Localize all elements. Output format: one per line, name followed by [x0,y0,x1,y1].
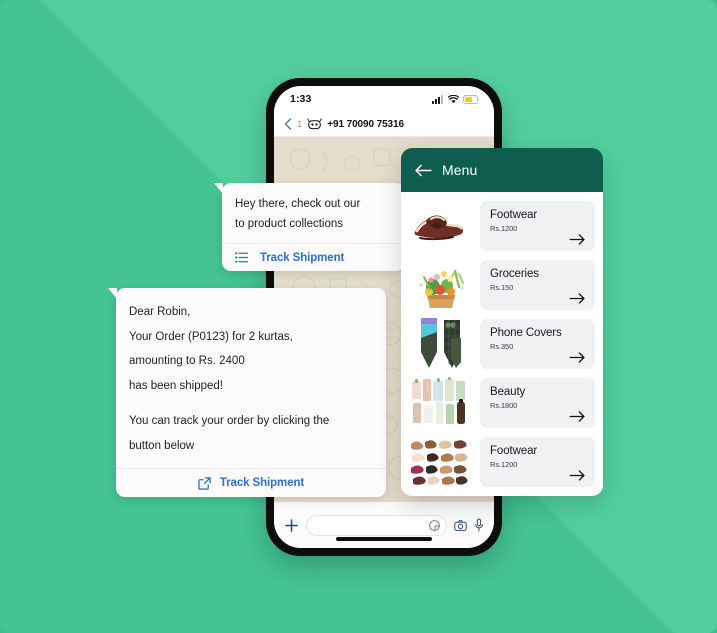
track-shipment-label: Track Shipment [219,477,305,489]
item-price: Rs.1200 [490,223,518,233]
bubble-line: You can track your order by clicking the [129,415,330,427]
contact-number: +91 70090 75316 [327,118,404,130]
arrow-right-icon[interactable] [569,233,586,245]
external-link-icon [198,476,211,490]
wifi-icon [448,94,459,103]
cellular-signal-icon [432,94,443,104]
arrow-right-icon[interactable] [569,351,586,363]
chat-bubble-order-status: Dear Robin, Your Order (P0123) for 2 kur… [108,288,386,497]
phone-covers-graphic [407,316,474,371]
bubble-line: Hey there, check out our [235,198,361,210]
menu-item-list: Footwear Rs.1200 Groceries Rs.150 Phone … [401,192,603,496]
list-item[interactable]: Footwear Rs.1200 [401,432,603,491]
arrow-right-icon[interactable] [569,469,586,481]
bubble-line: button below [129,439,195,452]
item-card[interactable]: Footwear Rs.1200 [480,436,595,487]
chat-header: 1 +91 70090 75316 [274,112,494,137]
list-menu-icon [235,252,248,263]
bubble-line: amounting to Rs. 2400 [129,355,245,367]
item-price: Rs.1200 [490,459,518,469]
arrow-right-icon[interactable] [569,292,586,304]
microphone-icon[interactable] [474,518,484,532]
item-card[interactable]: Phone Covers Rs.350 [480,318,595,369]
item-price: Rs.1800 [490,400,518,410]
bot-avatar-icon[interactable] [307,118,323,131]
bubble-text: Hey there, check out our to product coll… [222,183,405,243]
list-item[interactable]: Beauty Rs.1800 [401,373,603,432]
item-title: Footwear [490,208,538,221]
bubble-line: has been shipped! [129,379,223,392]
back-arrow-icon[interactable] [415,164,432,177]
beauty-products-image [407,375,474,430]
item-card[interactable]: Beauty Rs.1800 [480,377,595,428]
bubble-line: to product collections [235,218,344,230]
screenshot-canvas: 1:33 1 +91 70090 75316 Hey there, check … [0,0,717,633]
item-card[interactable]: Groceries Rs.150 [480,259,595,310]
grocery-basket-graphic [407,257,474,312]
list-item[interactable]: Groceries Rs.150 [401,255,603,314]
camera-icon[interactable] [454,519,467,532]
status-time: 1:33 [290,93,312,105]
brown-loafers-image [407,198,474,253]
bubble-text: Dear Robin, Your Order (P0123) for 2 kur… [116,288,386,468]
chat-bubble-promo: Hey there, check out our to product coll… [214,183,405,271]
shoes-collection-image [407,434,474,489]
sticker-icon[interactable] [429,519,440,531]
status-bar: 1:33 [274,86,494,112]
menu-title: Menu [442,162,478,178]
list-item[interactable]: Footwear Rs.1200 [401,196,603,255]
shoes-collection-graphic [407,434,474,489]
track-shipment-label: Track Shipment [260,251,345,264]
item-price: Rs.350 [490,341,514,351]
bubble-line: Your Order (P0123) for 2 kurtas, [129,330,293,343]
item-price: Rs.150 [490,282,514,292]
grocery-basket-image [407,257,474,312]
home-indicator [336,537,432,541]
item-card[interactable]: Footwear Rs.1200 [480,200,595,251]
phone-covers-image [407,316,474,371]
item-title: Phone Covers [490,326,562,339]
list-item[interactable]: Phone Covers Rs.350 [401,314,603,373]
menu-header: Menu [401,148,603,192]
item-title: Beauty [490,385,526,398]
status-icons [432,94,480,104]
bubble-line: Dear Robin, [129,306,191,318]
track-shipment-button[interactable]: Track Shipment [116,468,386,497]
item-title: Groceries [490,267,539,280]
battery-icon [463,94,480,104]
message-input-bar [274,502,494,548]
beauty-products-graphic [407,375,474,430]
arrow-right-icon[interactable] [569,410,586,422]
back-chevron-icon[interactable] [284,118,292,130]
message-text-field[interactable] [306,514,447,536]
item-title: Footwear [490,444,538,457]
brown-loafers-graphic [407,198,474,253]
plus-icon[interactable] [284,518,299,533]
track-shipment-button[interactable]: Track Shipment [222,243,405,271]
catalog-menu-panel: Menu Footwear Rs.1200 Groceries Rs.150 P… [401,148,603,496]
unread-count-badge: 1 [297,118,303,130]
